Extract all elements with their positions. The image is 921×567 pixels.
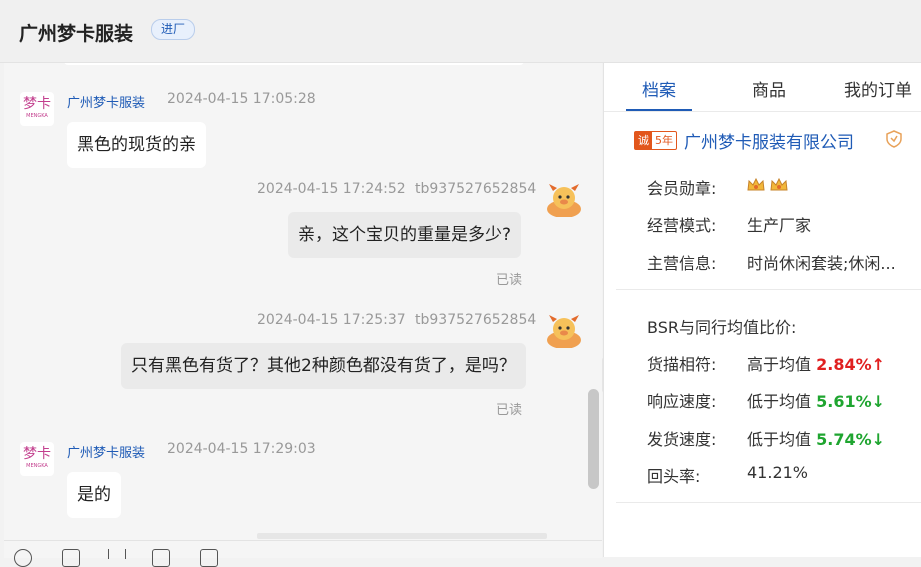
message-bubble[interactable]: 亲，这个宝贝的重量是多少?	[288, 212, 522, 258]
bsr-percent: 2.84%	[816, 355, 872, 374]
bsr-percent: 5.74%	[816, 430, 872, 449]
main-label: 主营信息:	[647, 254, 717, 273]
message-time: 2024-04-15 17:24:52	[257, 181, 406, 197]
message-time: 2024-04-15 17:29:03	[167, 441, 316, 457]
repeat-value: 41.21%	[747, 463, 809, 482]
emoji-icon[interactable]	[14, 549, 32, 567]
chat-history-icon[interactable]	[200, 549, 218, 567]
bsr-row-description: 货描相符: 高于均值 2.84%↑	[647, 351, 885, 375]
mode-value: 生产厂家	[747, 216, 812, 235]
tab-products[interactable]: 商品	[752, 76, 786, 101]
tab-profile[interactable]: 档案	[642, 76, 676, 101]
cheng-badge: 诚 5年	[634, 131, 677, 150]
read-status: 已读	[496, 403, 523, 418]
sender-name[interactable]: 广州梦卡服装	[67, 442, 145, 461]
arrow-down-icon: ↓	[871, 430, 886, 449]
bsr-value: 低于均值 5.74%↓	[747, 426, 885, 450]
member-label: 会员勋章:	[647, 179, 717, 198]
active-tab-indicator	[626, 109, 692, 111]
input-toolbar	[4, 540, 602, 567]
next-message-fragment	[257, 533, 547, 539]
shop-title[interactable]: 广州梦卡服装	[19, 19, 133, 46]
company-row: 诚 5年 广州梦卡服装有限公司	[634, 127, 921, 153]
arrow-up-icon: ↑	[871, 355, 886, 374]
bsr-label: 货描相符:	[647, 355, 717, 374]
mode-label: 经营模式:	[647, 216, 717, 235]
message-time: 2024-04-15 17:25:37	[257, 312, 406, 328]
sender-name[interactable]: 广州梦卡服装	[67, 92, 145, 111]
shop-avatar-logo-sub: MENGKA	[26, 463, 48, 469]
crown-icon	[770, 177, 788, 191]
shop-avatar-logo: 梦卡	[23, 446, 51, 462]
message-bubble[interactable]: 是的	[67, 472, 121, 518]
message-bubble[interactable]: 黑色的现货的亲	[67, 122, 206, 168]
panel-tabs: 档案 商品 我的订单	[604, 63, 921, 112]
repeat-label: 回头率:	[647, 467, 701, 486]
customer-id: tb937527652854	[415, 312, 537, 328]
factory-badge[interactable]: 进厂	[151, 19, 196, 40]
bsr-value: 低于均值 5.61%↓	[747, 388, 885, 412]
crown-icon	[747, 177, 765, 191]
bsr-prefix: 低于均值	[747, 392, 812, 411]
scissors-icon[interactable]	[108, 549, 126, 559]
cheng-label: 诚	[635, 132, 652, 149]
bsr-prefix: 高于均值	[747, 355, 812, 374]
section-divider	[616, 289, 921, 290]
message-time: 2024-04-15 17:05:28	[167, 91, 316, 107]
arrow-down-icon: ↓	[871, 392, 886, 411]
customer-avatar-icon[interactable]	[546, 312, 582, 348]
shop-avatar-logo-sub: MENGKA	[26, 113, 48, 119]
member-badge-row: 会员勋章:	[647, 175, 788, 199]
company-name[interactable]: 广州梦卡服装有限公司	[684, 128, 854, 153]
shop-avatar-logo: 梦卡	[23, 96, 51, 112]
bsr-row-shipping: 发货速度: 低于均值 5.74%↓	[647, 426, 885, 450]
bsr-value: 高于均值 2.84%↑	[747, 351, 885, 375]
shield-icon[interactable]	[886, 130, 902, 148]
bsr-row-response: 响应速度: 低于均值 5.61%↓	[647, 388, 885, 412]
crown-badges	[747, 177, 788, 197]
tab-my-orders[interactable]: 我的订单	[844, 76, 912, 101]
shop-avatar[interactable]: 梦卡 MENGKA	[20, 92, 54, 126]
business-mode-row: 经营模式: 生产厂家	[647, 212, 811, 236]
message-bubble[interactable]: 只有黑色有货了？其他2种颜色都没有货了，是吗？	[121, 343, 526, 389]
bsr-prefix: 低于均值	[747, 430, 812, 449]
file-icon[interactable]	[152, 549, 170, 567]
section-divider	[616, 502, 921, 503]
cheng-years: 5年	[655, 134, 673, 147]
bsr-percent: 5.61%	[816, 392, 872, 411]
repeat-rate-row: 回头率: 41.21%	[647, 463, 808, 487]
bsr-title: BSR与同行均值比价:	[647, 318, 797, 337]
customer-avatar-icon[interactable]	[546, 181, 582, 217]
customer-id: tb937527652854	[415, 181, 537, 197]
shop-info-panel: 档案 商品 我的订单 诚 5年 广州梦卡服装有限公司 会员勋章: 经营模式: 生产…	[603, 63, 921, 557]
bsr-label: 响应速度:	[647, 392, 717, 411]
header-bar: 广州梦卡服装 进厂	[0, 0, 921, 63]
bsr-label: 发货速度:	[647, 430, 717, 449]
image-icon[interactable]	[62, 549, 80, 567]
main-value: 时尚休闲套装;休闲...	[747, 254, 896, 273]
shop-avatar[interactable]: 梦卡 MENGKA	[20, 442, 54, 476]
previous-bubble-fragment	[64, 63, 524, 65]
main-business-row: 主营信息: 时尚休闲套装;休闲...	[647, 250, 896, 274]
read-status: 已读	[496, 273, 523, 288]
chat-history[interactable]: 梦卡 MENGKA 广州梦卡服装 2024-04-15 17:05:28 黑色的…	[4, 63, 602, 557]
chat-scrollbar[interactable]	[588, 389, 599, 489]
